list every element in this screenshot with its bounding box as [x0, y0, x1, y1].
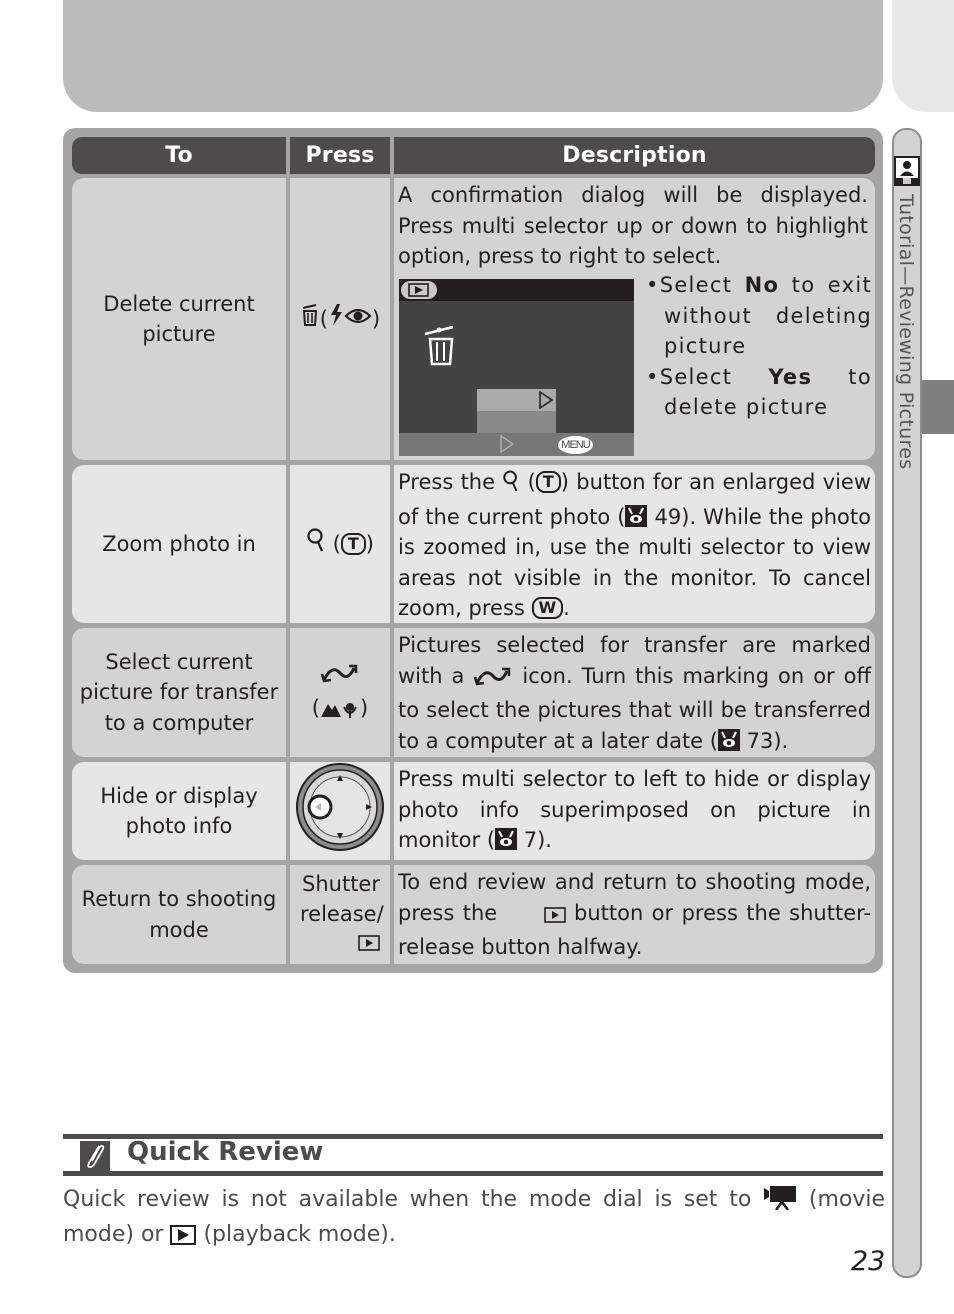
paren-open: (: [319, 306, 328, 331]
screen-help-bar: MENU: [399, 433, 634, 456]
playback-button-icon: [543, 902, 566, 933]
paperclip-note-icon: [80, 1141, 110, 1171]
list-item: •Select Yes to delete picture: [646, 364, 872, 420]
table-row-zoom-press: (T): [290, 465, 390, 623]
wide-button-icon: W: [531, 597, 564, 619]
transfer-icon: [320, 662, 360, 693]
table-row-info-press: [290, 762, 390, 860]
header-band-tab: [892, 0, 954, 112]
paren-close: ): [372, 306, 381, 331]
description-text: A confirmation dialog will be displayed.…: [398, 183, 868, 268]
playback-mode-icon: [401, 281, 437, 299]
table-row-zoom-description: Press the (T) button for an enlarged vie…: [394, 465, 875, 623]
note-title: Quick Review: [127, 1137, 324, 1167]
note-body: Quick review is not available when the m…: [63, 1184, 885, 1254]
table-row-zoom-to: Zoom photo in: [72, 465, 286, 623]
menu-option-no[interactable]: [477, 389, 556, 411]
table-row-info-to: Hide or display photo info: [72, 762, 286, 860]
delete-options-list: •Select No to exit without deleting pict…: [646, 270, 872, 423]
column-header-press: Press: [290, 137, 390, 174]
zoom-magnifier-icon: [502, 469, 520, 502]
side-tab-label: Tutorial—Reviewing Pictures: [895, 194, 917, 470]
table-row-return-description: To end review and return to shooting mod…: [394, 865, 875, 964]
tele-button-icon: T: [535, 471, 561, 493]
multi-selector-left-icon: [295, 762, 385, 861]
table-row-return-to: Return to shooting mode: [72, 865, 286, 964]
playback-button-icon: [358, 930, 380, 961]
table-row-return-press: Shutter release/: [290, 865, 390, 964]
note-divider-bottom: [63, 1171, 883, 1176]
right-arrow-icon: [500, 435, 515, 453]
zoom-magnifier-icon: [306, 527, 326, 562]
chapter-side-tab: Tutorial—Reviewing Pictures: [892, 128, 922, 1278]
column-header-description: Description: [394, 137, 875, 174]
page-reference-icon: [717, 728, 740, 751]
screen-status-bar: [399, 279, 634, 301]
table-row-info-description: Press multi selector to left to hide or …: [394, 762, 875, 860]
playback-mode-icon: [170, 1223, 197, 1254]
page-number: 23: [851, 1246, 886, 1277]
shutter-release-label: Shutter release/: [300, 871, 384, 927]
transfer-icon: [473, 665, 513, 696]
chapter-marker: [922, 380, 954, 434]
list-item: •Select No to exit without deleting pict…: [646, 273, 872, 358]
row-action-label: Return to shooting mode: [81, 887, 277, 942]
row-action-label: Delete current picture: [103, 291, 255, 347]
flash-icon: [328, 303, 344, 336]
row-action-label: Hide or display photo info: [100, 783, 258, 839]
red-eye-icon: [344, 304, 372, 335]
row-action-label: Select current picture for transfer to a…: [79, 649, 279, 735]
camera-screen-mockup: MENU: [399, 279, 634, 456]
movie-mode-icon: [763, 1184, 797, 1219]
row-action-label: Zoom photo in: [102, 531, 256, 556]
tele-button-icon: T: [340, 533, 366, 555]
table-row-delete-press: ( ): [290, 178, 390, 460]
trash-icon: [300, 303, 320, 336]
table-row-delete-to: Delete current picture: [72, 178, 286, 460]
menu-option-yes[interactable]: [477, 411, 556, 433]
page-reference-icon: [625, 504, 648, 527]
trash-icon: [423, 324, 457, 372]
page-reference-icon: [495, 828, 518, 850]
playback-person-icon: [894, 156, 920, 186]
table-row-transfer-to: Select current picture for transfer to a…: [72, 628, 286, 757]
table-row-transfer-description: Pictures selected for transfer are marke…: [394, 628, 875, 757]
menu-button-icon: MENU: [558, 436, 593, 454]
landscape-macro-icon: (): [311, 695, 369, 720]
column-header-to: To: [72, 137, 286, 174]
header-band: [63, 0, 883, 112]
table-row-transfer-press: (): [290, 628, 390, 757]
